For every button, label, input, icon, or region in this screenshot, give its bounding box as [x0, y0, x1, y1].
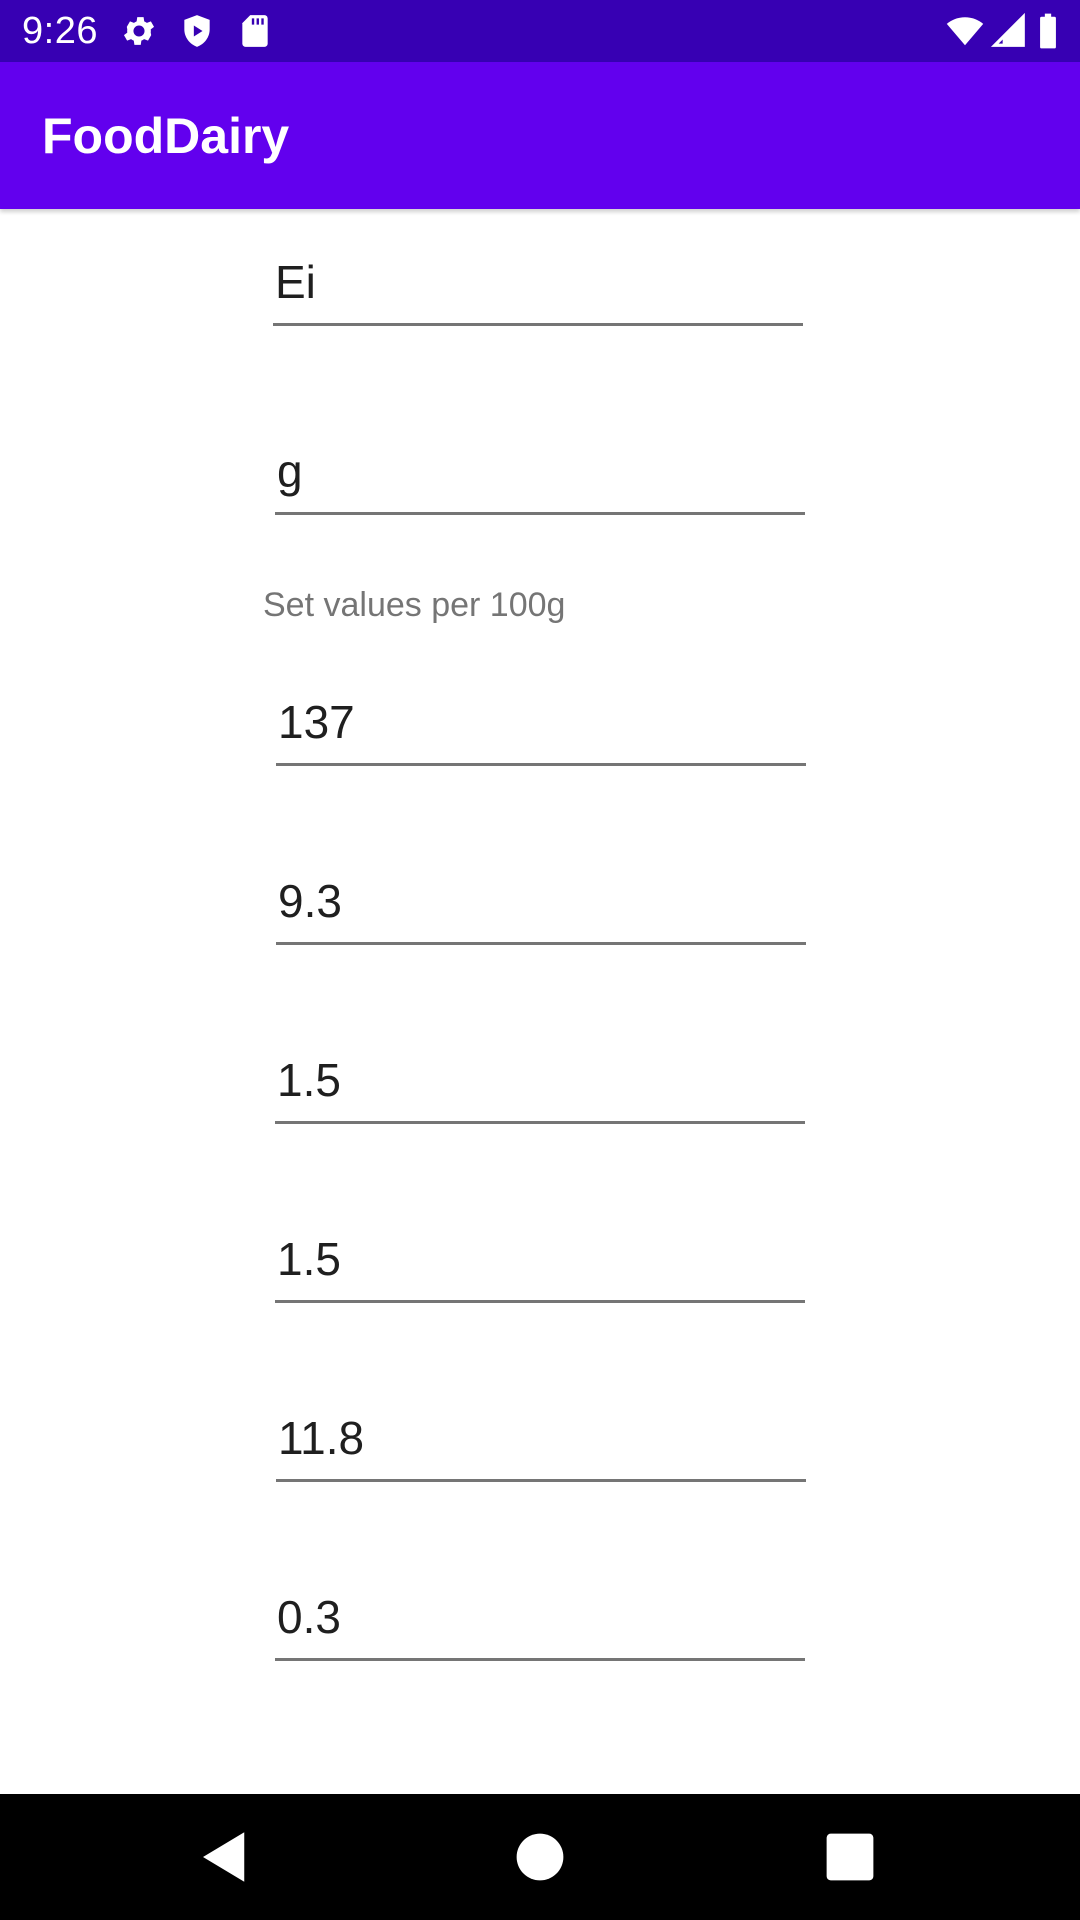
sd-card-icon: [236, 12, 274, 50]
carbs-field[interactable]: 1.5: [275, 1038, 805, 1124]
app-screen: 9:26 FoodDairy Ei g Set values per 100g: [0, 0, 1080, 1920]
home-icon[interactable]: [507, 1824, 573, 1890]
fat-value: 11.8: [278, 1412, 365, 1464]
unit-field[interactable]: g: [275, 429, 805, 515]
back-icon[interactable]: [192, 1824, 258, 1890]
sugar-field[interactable]: 1.5: [275, 1217, 805, 1303]
unit-value: g: [277, 445, 303, 497]
app-title: FoodDairy: [42, 108, 290, 164]
navigation-bar: [0, 1794, 1080, 1920]
food-name-field[interactable]: Ei: [273, 240, 803, 326]
shield-play-icon: [178, 12, 216, 50]
wifi-icon: [944, 12, 986, 50]
food-name-value: Ei: [275, 256, 316, 308]
salt-value: 0.3: [277, 1591, 341, 1643]
carbs-value: 1.5: [277, 1054, 341, 1106]
sugar-value: 1.5: [277, 1233, 341, 1285]
salt-field[interactable]: 0.3: [275, 1575, 805, 1661]
recents-icon[interactable]: [817, 1824, 883, 1890]
calories-field[interactable]: 137: [276, 680, 806, 766]
status-bar: 9:26: [0, 0, 1080, 62]
per-100g-hint: Set values per 100g: [263, 586, 566, 624]
battery-icon: [1036, 12, 1060, 50]
calories-value: 137: [278, 696, 355, 748]
settings-gear-icon: [120, 12, 158, 50]
protein-field[interactable]: 9.3: [276, 859, 806, 945]
fat-field[interactable]: 11.8: [276, 1396, 806, 1482]
status-time: 9:26: [22, 10, 98, 52]
protein-value: 9.3: [278, 875, 342, 927]
cell-signal-icon: [990, 12, 1028, 50]
app-bar: FoodDairy: [0, 62, 1080, 209]
